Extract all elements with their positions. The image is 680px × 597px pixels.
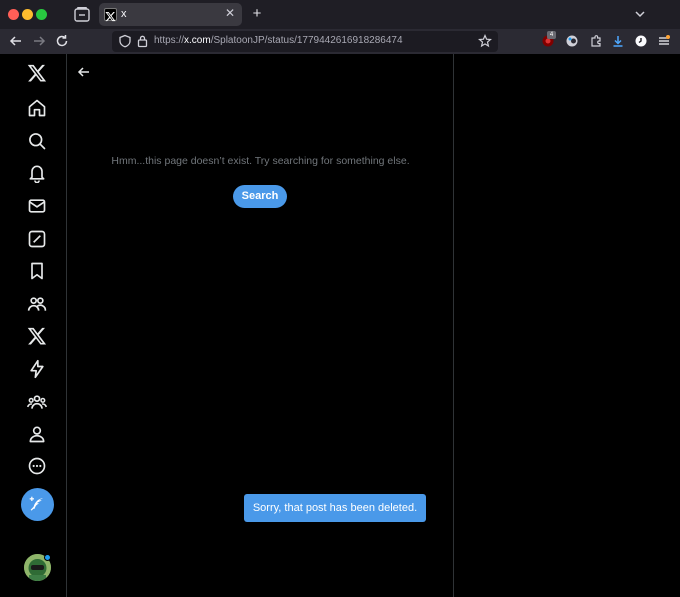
tab-close-icon[interactable]: ✕	[223, 6, 237, 20]
extension-badge: 4	[547, 31, 556, 39]
premium-x-icon[interactable]	[27, 326, 47, 346]
tab-title: x	[121, 8, 127, 20]
bookmark-icon[interactable]	[27, 261, 47, 281]
communities-icon[interactable]	[27, 294, 47, 314]
notification-dot	[44, 554, 51, 561]
mail-icon[interactable]	[27, 196, 47, 216]
compose-post-button[interactable]	[21, 488, 54, 521]
profile-icon[interactable]	[27, 424, 47, 444]
shield-icon[interactable]	[118, 34, 132, 48]
maximize-window-button[interactable]	[36, 9, 47, 20]
menu-icon[interactable]	[657, 34, 671, 48]
empty-state-message: Hmm...this page doesn’t exist. Try searc…	[111, 155, 410, 167]
new-tab-button[interactable]: +	[250, 6, 264, 22]
download-icon[interactable]	[611, 34, 625, 48]
privacy-extension-icon[interactable]	[565, 34, 579, 48]
x-favicon-icon	[104, 8, 117, 22]
search-button[interactable]: Search	[233, 185, 287, 208]
tab-overview-icon[interactable]	[73, 6, 91, 23]
lightning-icon[interactable]	[27, 359, 47, 379]
more-icon[interactable]	[27, 456, 47, 476]
star-icon[interactable]	[478, 34, 492, 48]
x-logo-icon[interactable]	[27, 63, 47, 83]
tab-bar: x ✕ +	[0, 0, 680, 29]
nav-toolbar: https://x.com/SplatoonJP/status/17794426…	[0, 29, 680, 54]
url-text: https://x.com/SplatoonJP/status/17794426…	[154, 35, 403, 46]
sidebar	[0, 54, 67, 597]
search-icon[interactable]	[27, 131, 47, 151]
groups-icon[interactable]	[27, 392, 47, 412]
toast-notification: Sorry, that post has been deleted.	[244, 494, 426, 522]
grok-icon[interactable]	[27, 229, 47, 249]
minimize-window-button[interactable]	[22, 9, 33, 20]
puzzle-extensions-icon[interactable]	[589, 34, 603, 48]
url-bar[interactable]: https://x.com/SplatoonJP/status/17794426…	[112, 31, 498, 52]
chevron-down-icon[interactable]	[633, 7, 647, 21]
bell-icon[interactable]	[27, 163, 47, 183]
close-window-button[interactable]	[8, 9, 19, 20]
feather-plus-icon	[29, 496, 44, 511]
back-arrow-icon[interactable]	[77, 65, 91, 79]
browser-window: x ✕ + https://x.com/SplatoonJP/status/17…	[0, 0, 680, 597]
tab-active[interactable]: x ✕	[99, 3, 242, 26]
clock-extension-icon[interactable]	[634, 34, 648, 48]
home-icon[interactable]	[27, 98, 47, 118]
reload-icon[interactable]	[54, 33, 70, 49]
lock-icon[interactable]	[136, 34, 149, 48]
arrow-left-icon[interactable]	[8, 33, 24, 49]
arrow-right-icon[interactable]	[31, 33, 47, 49]
